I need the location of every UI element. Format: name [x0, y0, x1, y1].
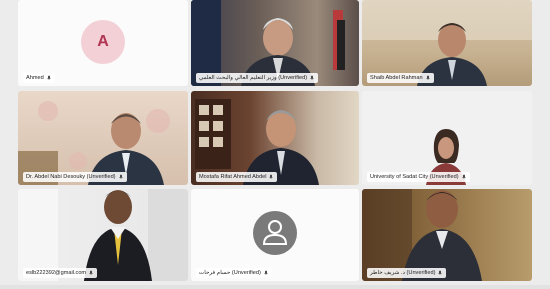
mic-icon: [46, 75, 51, 80]
participant-name-label: eslb222392@gmail.com: [23, 268, 98, 278]
participant-tile-hossam[interactable]: حسام فرحات (Unverified): [191, 189, 359, 281]
participant-name-label: وزير التعليم العالي والبحث العلمي (Unver…: [196, 73, 319, 83]
participant-name: University of Sadat City (Unverified): [370, 174, 459, 180]
participant-name: حسام فرحات (Unverified): [199, 270, 261, 276]
mic-icon: [461, 174, 466, 179]
participant-name-label: د. شريف خاطر (Unverified): [367, 268, 447, 278]
participant-name-label: Dr. Abdel Nabi Desouky (Unverified): [23, 172, 127, 182]
participant-name-label: Mostafa Rifat Ahmed Abdel: [196, 172, 278, 182]
participant-name-label: حسام فرحات (Unverified): [196, 268, 272, 278]
bottom-bar: [0, 285, 550, 289]
mic-icon: [425, 75, 430, 80]
participant-name-label: University of Sadat City (Unverified): [367, 172, 470, 182]
participant-tile-sherif[interactable]: د. شريف خاطر (Unverified): [362, 189, 532, 281]
participant-name: Shaib Abdel Rahman: [370, 75, 423, 81]
participant-video: [195, 99, 319, 185]
mic-icon: [269, 174, 274, 179]
participant-tile-eslb[interactable]: eslb222392@gmail.com: [18, 189, 188, 281]
participant-video: [426, 129, 466, 185]
avatar-initial: A: [97, 33, 109, 50]
participant-name: وزير التعليم العالي والبحث العلمي (Unver…: [199, 75, 308, 81]
participant-name: د. شريف خاطر (Unverified): [370, 270, 436, 276]
person-icon: [253, 211, 297, 255]
video-grid: A Ahmed وزير التعليم العالي والبحث العلم…: [0, 0, 550, 289]
mic-icon: [118, 174, 123, 179]
participant-tile-desouky[interactable]: Dr. Abdel Nabi Desouky (Unverified): [18, 91, 188, 185]
participant-name: Mostafa Rifat Ahmed Abdel: [199, 174, 267, 180]
mic-icon: [310, 75, 315, 80]
avatar: A: [81, 20, 125, 64]
participant-tile-shaib[interactable]: Shaib Abdel Rahman: [362, 0, 532, 86]
participant-name-label: Ahmed: [23, 73, 55, 83]
participant-video: [18, 101, 170, 185]
participant-tile-mostafa[interactable]: Mostafa Rifat Ahmed Abdel: [191, 91, 359, 185]
mic-icon: [89, 270, 94, 275]
participant-tile-minister[interactable]: وزير التعليم العالي والبحث العلمي (Unver…: [191, 0, 359, 86]
mic-icon: [263, 270, 268, 275]
participant-name: eslb222392@gmail.com: [26, 270, 87, 276]
participant-tile-ahmed[interactable]: A Ahmed: [18, 0, 188, 86]
participant-tile-sadat-university[interactable]: University of Sadat City (Unverified): [362, 91, 532, 185]
mic-icon: [438, 270, 443, 275]
participant-name: Dr. Abdel Nabi Desouky (Unverified): [26, 174, 116, 180]
participant-name: Ahmed: [26, 75, 44, 81]
participant-name-label: Shaib Abdel Rahman: [367, 73, 434, 83]
